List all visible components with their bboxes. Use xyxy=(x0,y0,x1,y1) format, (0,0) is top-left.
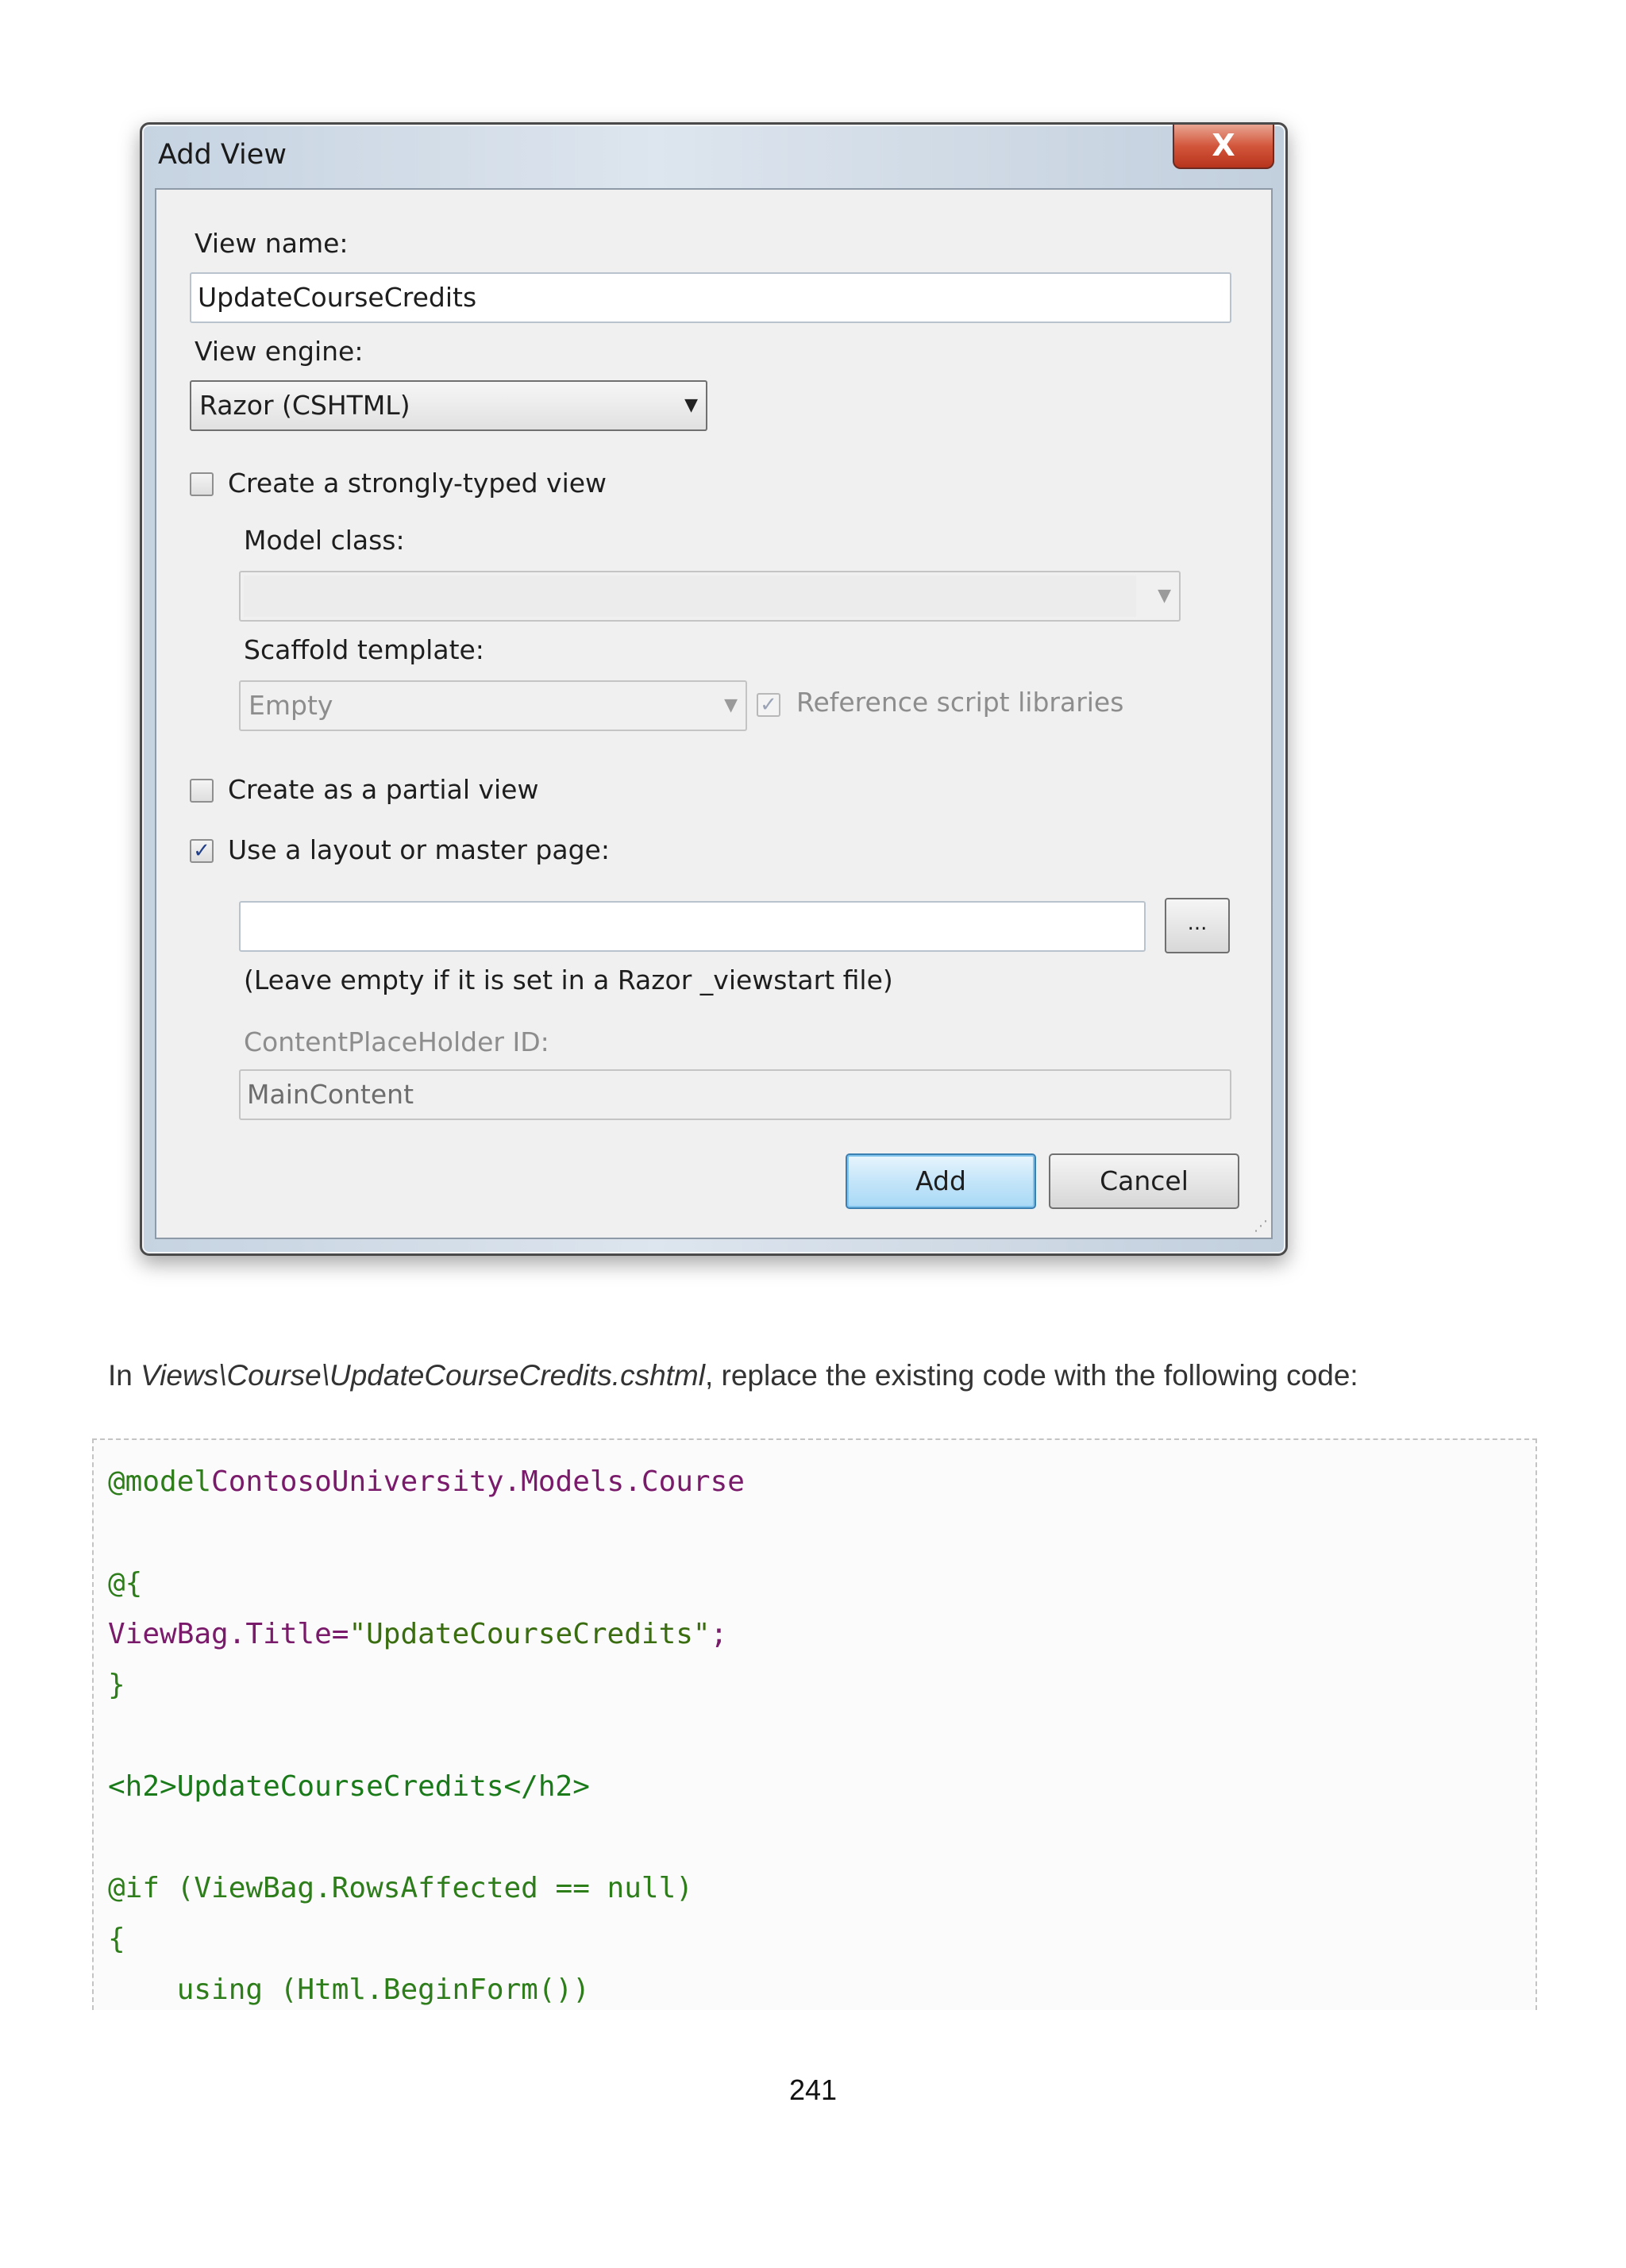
add-view-dialog: Add View X View name: UpdateCourseCredit… xyxy=(140,122,1288,1256)
reference-scripts-checkbox[interactable]: ✓ xyxy=(757,693,780,717)
code-token: ViewBag.Title= xyxy=(108,1618,349,1650)
code-token: @model xyxy=(108,1465,212,1498)
browse-button[interactable]: ... xyxy=(1165,898,1230,953)
layout-path-input[interactable] xyxy=(239,901,1146,952)
chevron-down-icon: ▼ xyxy=(724,695,738,715)
view-name-input[interactable]: UpdateCourseCredits xyxy=(190,272,1231,323)
intro-suffix: , replace the existing code with the fol… xyxy=(704,1359,1358,1392)
view-name-label: View name: xyxy=(195,228,349,259)
partial-view-label: Create as a partial view xyxy=(228,774,539,805)
code-line-7: { xyxy=(108,1923,125,1955)
code-token: "UpdateCourseCredits" xyxy=(349,1618,711,1650)
code-line-3: ViewBag.Title="UpdateCourseCredits"; xyxy=(108,1618,727,1650)
code-token: ContosoUniversity.Models.Course xyxy=(211,1465,745,1498)
page-number: 241 xyxy=(788,2074,838,2106)
strongly-typed-checkbox[interactable] xyxy=(190,472,214,496)
partial-view-checkbox[interactable] xyxy=(190,779,214,803)
code-line-8: using (Html.BeginForm()) xyxy=(108,1973,590,2006)
dialog-titlebar: Add View X xyxy=(142,125,1285,187)
code-line-5: <h2>UpdateCourseCredits</h2> xyxy=(108,1770,590,1803)
layout-label: Use a layout or master page: xyxy=(228,834,610,865)
layout-checkbox[interactable]: ✓ xyxy=(190,839,214,863)
model-class-select[interactable]: ▼ xyxy=(239,571,1181,622)
code-line-2: @{ xyxy=(108,1567,143,1600)
intro-paragraph: In Views\Course\UpdateCourseCredits.csht… xyxy=(108,1359,1358,1392)
code-line-1: @modelContosoUniversity.Models.Course xyxy=(108,1465,745,1498)
intro-prefix: In xyxy=(108,1359,141,1392)
intro-file-path: Views\Course\UpdateCourseCredits.cshtml xyxy=(141,1359,705,1392)
reference-scripts-label: Reference script libraries xyxy=(796,687,1124,718)
code-line-4: } xyxy=(108,1669,125,1701)
code-token: ; xyxy=(710,1618,728,1650)
close-button[interactable]: X xyxy=(1173,125,1274,169)
layout-hint: (Leave empty if it is set in a Razor _vi… xyxy=(244,965,893,995)
chevron-down-icon: ▼ xyxy=(684,395,698,415)
scaffold-template-select[interactable]: Empty ▼ xyxy=(239,680,747,731)
close-icon: X xyxy=(1212,128,1235,163)
placeholder-id-input[interactable]: MainContent xyxy=(239,1069,1231,1120)
chevron-down-icon: ▼ xyxy=(1158,586,1171,606)
scaffold-template-value: Empty xyxy=(249,690,333,721)
model-class-field xyxy=(244,576,1136,617)
strongly-typed-label: Create a strongly-typed view xyxy=(228,468,607,499)
dialog-body: View name: UpdateCourseCredits View engi… xyxy=(155,188,1273,1239)
view-engine-value: Razor (CSHTML) xyxy=(199,390,410,421)
view-engine-label: View engine: xyxy=(195,336,364,367)
view-engine-select[interactable]: Razor (CSHTML) ▼ xyxy=(190,380,707,431)
scaffold-template-label: Scaffold template: xyxy=(244,634,484,665)
code-block xyxy=(92,1438,1537,2010)
placeholder-id-label: ContentPlaceHolder ID: xyxy=(244,1026,549,1057)
dialog-title: Add View xyxy=(158,139,287,171)
cancel-button[interactable]: Cancel xyxy=(1049,1153,1239,1209)
code-line-6: @if (ViewBag.RowsAffected == null) xyxy=(108,1872,693,1904)
resize-grip-icon[interactable]: ⋰ xyxy=(1254,1218,1268,1234)
model-class-label: Model class: xyxy=(244,525,405,556)
add-button[interactable]: Add xyxy=(846,1153,1036,1209)
